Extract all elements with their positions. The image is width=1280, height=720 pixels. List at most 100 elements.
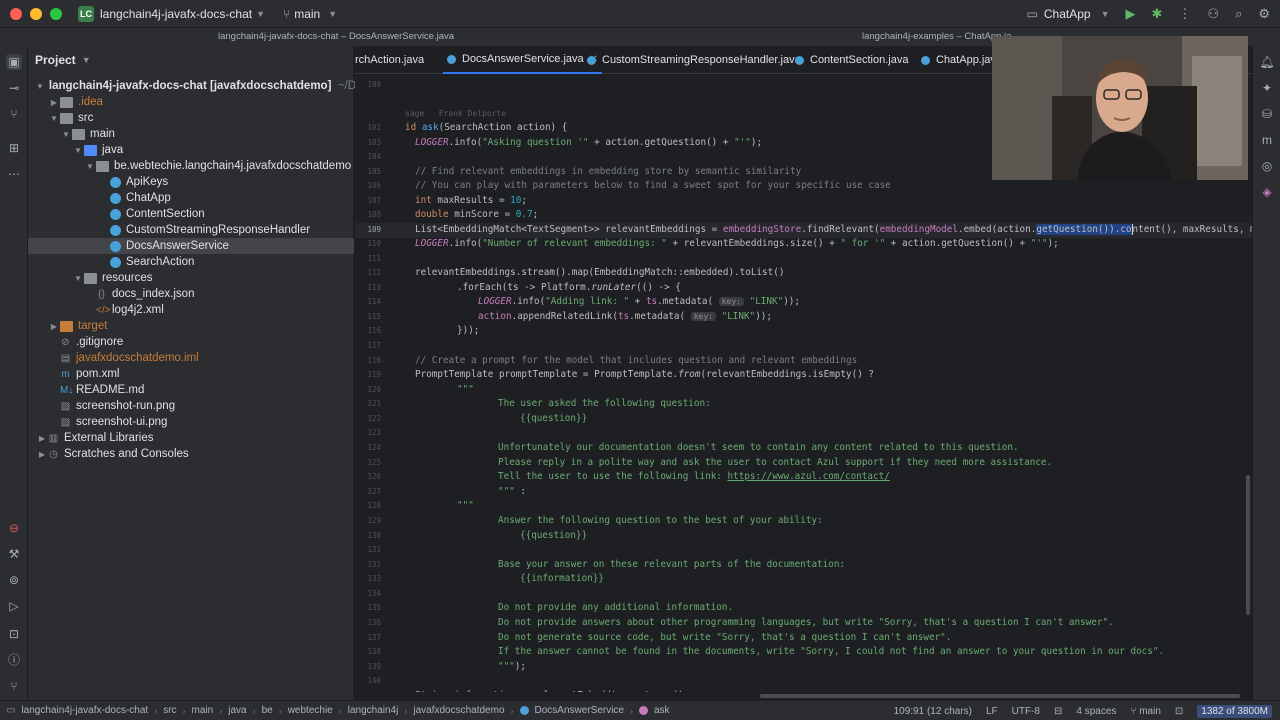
source-folder-icon <box>84 144 97 156</box>
run-configuration-selector[interactable]: ▭ ChatApp ▼ <box>1027 7 1110 21</box>
structure-icon[interactable]: ⊞ <box>6 140 22 156</box>
tree-item-gitignore[interactable]: ⊘ .gitignore <box>28 334 354 350</box>
tab-contentsection[interactable]: ContentSection.java <box>795 46 908 74</box>
gear-icon[interactable]: ⚙ <box>1258 6 1270 22</box>
tree-item-log4j2[interactable]: </> log4j2.xml <box>28 302 354 318</box>
project-badge[interactable]: LC <box>78 5 94 22</box>
tree-item-screenshot-ui[interactable]: ▨ screenshot-ui.png <box>28 414 354 430</box>
line-number: 119 <box>367 370 381 379</box>
tree-item-external-libraries[interactable]: ▶ ▥ External Libraries <box>28 430 354 446</box>
maximize-window-button[interactable] <box>50 7 62 20</box>
add-user-icon[interactable]: ⚇ <box>1207 6 1219 22</box>
tree-item-target[interactable]: ▶ target <box>28 318 354 334</box>
breadcrumb-item[interactable]: ask <box>654 705 670 716</box>
tab-docsanswerservice[interactable]: DocsAnswerService.java ✕ <box>443 46 603 74</box>
tab-chatapp[interactable]: ChatApp.java <box>921 46 1002 74</box>
tree-item-iml[interactable]: ▤ javafxdocschatdemo.iml <box>28 350 354 366</box>
tree-item-idea[interactable]: ▶ .idea <box>28 94 354 110</box>
tree-item-chatapp[interactable]: ChatApp <box>28 190 354 206</box>
tree-item-root[interactable]: ▼ langchain4j-javafx-docs-chat [javafxdo… <box>28 78 421 94</box>
breadcrumb-item[interactable]: langchain4j-javafx-docs-chat <box>21 705 148 716</box>
more-icon[interactable]: ⋮ <box>1178 6 1191 22</box>
tree-label: be.webtechie.langchain4j.javafxdocschatd… <box>114 160 352 172</box>
tree-item-handler[interactable]: CustomStreamingResponseHandler <box>28 222 354 238</box>
vertical-scrollbar[interactable] <box>1246 475 1250 615</box>
close-window-button[interactable] <box>10 7 22 20</box>
run-icon[interactable]: ▶ <box>1126 6 1136 22</box>
tree-item-pom[interactable]: m pom.xml <box>28 366 354 382</box>
line-number: 121 <box>367 399 381 408</box>
memory-indicator[interactable]: 1382 of 3800M <box>1197 704 1272 718</box>
database-icon[interactable]: ⛁ <box>1259 106 1275 122</box>
caret-position[interactable]: 109:91 (12 chars) <box>894 706 972 717</box>
breadcrumb-item[interactable]: javafxdocschatdemo <box>413 705 504 716</box>
terminal-icon[interactable]: ⊡ <box>6 626 22 642</box>
breadcrumb-item[interactable]: java <box>228 705 246 716</box>
minimize-window-button[interactable] <box>30 7 42 20</box>
code-line: 117 <box>355 339 1252 354</box>
git-icon[interactable]: ⑂ <box>6 678 22 694</box>
gradle-icon[interactable]: ◎ <box>1259 158 1275 174</box>
more-tools-icon[interactable]: ⋯ <box>6 166 22 182</box>
tree-item-package[interactable]: ▼ be.webtechie.langchain4j.javafxdocscha… <box>28 158 354 174</box>
blame-author: Frank Delporte <box>438 109 507 118</box>
commit-icon[interactable]: ⊸ <box>6 80 22 96</box>
tree-item-apikeys[interactable]: ApiKeys <box>28 174 354 190</box>
folder-icon <box>60 96 73 108</box>
search-icon[interactable]: ⌕ <box>1235 6 1242 22</box>
horizontal-scrollbar[interactable] <box>760 694 1240 698</box>
code-line: 130 {{question}} <box>355 529 1252 544</box>
project-switcher[interactable]: langchain4j-javafx-docs-chat <box>100 7 252 21</box>
line-number: 106 <box>367 181 381 190</box>
pull-requests-icon[interactable]: ⑂ <box>6 106 22 122</box>
project-view-icon[interactable]: ▣ <box>6 54 22 70</box>
plugin-icon[interactable]: ◈ <box>1259 184 1275 200</box>
tree-item-main[interactable]: ▼ main <box>28 126 354 142</box>
line-number: 111 <box>367 254 381 263</box>
readonly-lock-icon[interactable]: ⊟ <box>1054 706 1062 717</box>
tree-item-docs-index[interactable]: {} docs_index.json <box>28 286 354 302</box>
line-separator[interactable]: LF <box>986 706 998 717</box>
tab-searchaction[interactable]: rchAction.java <box>355 46 424 74</box>
services-icon[interactable]: ⊚ <box>6 572 22 588</box>
tree-item-searchaction[interactable]: SearchAction <box>28 254 354 270</box>
line-number: 108 <box>367 210 381 219</box>
breadcrumb-item[interactable]: DocsAnswerService <box>535 705 624 716</box>
breadcrumb-item[interactable]: src <box>163 705 176 716</box>
breadcrumb-item[interactable]: main <box>192 705 214 716</box>
tab-customstreaminghandler[interactable]: CustomStreamingResponseHandler.java <box>587 46 801 74</box>
maven-icon[interactable]: m <box>1259 132 1275 148</box>
line-number: 129 <box>367 516 381 525</box>
build-icon[interactable]: ⚒ <box>6 546 22 562</box>
tree-item-java[interactable]: ▼ java <box>28 142 354 158</box>
project-panel-header[interactable]: Project ▼ <box>28 46 353 74</box>
line-number: 116 <box>367 326 381 335</box>
window-controls <box>10 7 62 20</box>
lock-icon[interactable]: ⊡ <box>1175 706 1183 717</box>
tree-item-src[interactable]: ▼ src <box>28 110 354 126</box>
tree-item-screenshot-run[interactable]: ▨ screenshot-run.png <box>28 398 354 414</box>
breadcrumb-item[interactable]: webtechie <box>288 705 333 716</box>
debug-icon[interactable]: ✱ <box>1152 6 1163 22</box>
ai-assistant-icon[interactable]: ✦ <box>1259 80 1275 96</box>
tree-label: CustomStreamingResponseHandler <box>126 224 311 236</box>
tree-item-resources[interactable]: ▼ resources <box>28 270 354 286</box>
line-number: 140 <box>367 676 381 685</box>
breadcrumb-item[interactable]: be <box>262 705 273 716</box>
tree-item-contentsection[interactable]: ContentSection <box>28 206 354 222</box>
code-line: 136 Do not provide answers about other pr… <box>355 616 1252 631</box>
problems-icon[interactable]: ⊖ <box>6 520 22 536</box>
file-encoding[interactable]: UTF-8 <box>1012 706 1040 717</box>
tree-item-scratches[interactable]: ▶ ◷ Scratches and Consoles <box>28 446 354 462</box>
tree-item-readme[interactable]: M↓ README.md <box>28 382 354 398</box>
branch-switcher[interactable]: ⑂ main ▼ <box>283 7 337 21</box>
breadcrumb-item[interactable]: langchain4j <box>348 705 399 716</box>
notifications-icon[interactable]: 🔔︎ <box>1259 54 1275 70</box>
code-line: 118// Create a prompt for the model that… <box>355 354 1252 369</box>
line-number: 109 <box>367 225 381 234</box>
tree-item-docsanswerservice[interactable]: DocsAnswerService <box>28 238 354 254</box>
run-tool-icon[interactable]: ▷ <box>6 598 22 614</box>
status-branch[interactable]: ⑂ main <box>1130 706 1160 717</box>
problems-info-icon[interactable]: ⓘ <box>6 652 22 668</box>
indent-setting[interactable]: 4 spaces <box>1076 706 1116 717</box>
